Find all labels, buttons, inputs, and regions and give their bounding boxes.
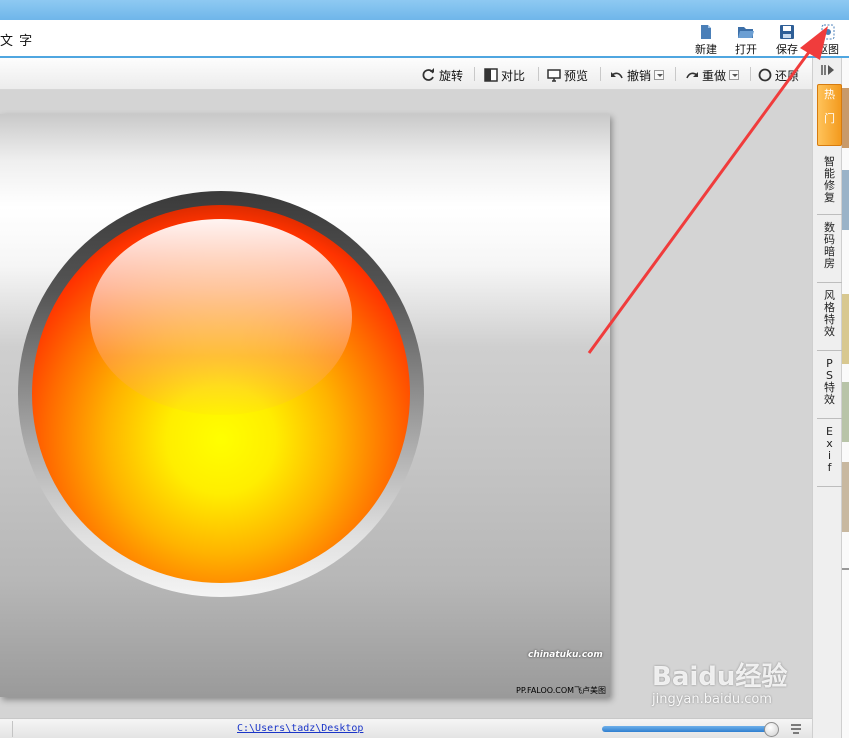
compare-button[interactable]: 对比 (484, 66, 525, 84)
zoom-slider-handle[interactable] (764, 722, 779, 737)
open-button-label: 打开 (735, 43, 757, 56)
toolbar-divider (474, 67, 475, 81)
sidebar-divider (817, 214, 842, 215)
undo-icon (611, 72, 623, 79)
restore-icon (758, 68, 772, 82)
preview-monitor-icon (547, 69, 561, 82)
collapse-panel-icon[interactable] (821, 64, 835, 76)
sidebar-divider (817, 350, 842, 351)
header-toolbar: 文 字 新建 打开 保存 抠图 (0, 20, 849, 58)
edit-toolbar: 旋转 对比 预览 撤销 重做 还原 (0, 58, 812, 90)
effect-thumbnail[interactable] (842, 88, 849, 148)
zoom-slider[interactable] (602, 726, 778, 732)
redo-dropdown-icon[interactable] (729, 70, 740, 80)
rotate-icon (422, 68, 434, 81)
menu-lines-icon[interactable] (790, 724, 802, 734)
baidu-logo: Baidu经验 (652, 662, 788, 692)
new-file-icon (701, 25, 711, 39)
title-bar (0, 0, 849, 20)
sidebar-tab-char: 效 (824, 393, 835, 406)
sidebar-tab-hot[interactable]: 热 门 (817, 84, 842, 146)
orb-highlight (90, 219, 352, 415)
sidebar-tab-ps-effects[interactable]: P S 特 效 (817, 354, 842, 416)
effect-thumbnail[interactable] (842, 294, 849, 364)
preview-button[interactable]: 预览 (547, 66, 588, 84)
button-bezel (18, 191, 424, 597)
save-button-label: 保存 (776, 43, 798, 56)
effect-thumbnail[interactable] (842, 462, 849, 532)
sidebar-divider (817, 418, 842, 419)
sidebar-divider (817, 282, 842, 283)
preview-label: 预览 (564, 68, 589, 83)
effects-sidebar: 热 门 智 能 修 复 数 码 暗 房 风 格 特 效 P S 特 效 E x … (812, 58, 842, 738)
cutout-icon (821, 24, 835, 40)
redo-label: 重做 (702, 68, 727, 83)
sidebar-tab-char: 房 (824, 257, 835, 270)
rotate-label: 旋转 (439, 68, 464, 83)
new-button-label: 新建 (695, 43, 717, 56)
undo-button[interactable]: 撤销 (610, 66, 665, 84)
toolbar-divider (750, 67, 751, 81)
sidebar-tab-hot-char: 热 (824, 88, 835, 101)
save-button[interactable]: 保存 (770, 24, 804, 56)
toolbar-divider (675, 67, 676, 81)
cutout-button[interactable]: 抠图 (811, 24, 845, 56)
edited-photo: chinatuku.com PP.FALOO.COM飞卢美图 (0, 114, 610, 697)
baidu-jingyan-watermark: Baidu经验 jingyan.baidu.com (652, 648, 812, 708)
folder-open-icon (738, 27, 754, 38)
undo-dropdown-icon[interactable] (654, 70, 665, 80)
effect-thumbnail[interactable] (842, 382, 849, 442)
sidebar-tab-char: 复 (824, 191, 835, 204)
orange-glossy-orb (32, 205, 410, 583)
compare-icon (484, 68, 498, 82)
rotate-button[interactable]: 旋转 (420, 66, 463, 84)
file-path-link[interactable]: C:\Users\tadz\Desktop (237, 723, 363, 734)
sidebar-tab-style-effects[interactable]: 风 格 特 效 (817, 286, 842, 348)
image-canvas[interactable]: chinatuku.com PP.FALOO.COM飞卢美图 (0, 90, 812, 718)
cutout-button-label: 抠图 (817, 43, 839, 56)
image-watermark-caption: PP.FALOO.COM飞卢美图 (516, 686, 607, 695)
sidebar-tab-char: 效 (824, 325, 835, 338)
redo-icon (686, 72, 698, 79)
redo-button[interactable]: 重做 (685, 66, 740, 84)
baidu-url: jingyan.baidu.com (652, 692, 772, 707)
sidebar-divider (817, 486, 842, 487)
thumbnail-strip (842, 58, 849, 738)
restore-button[interactable]: 还原 (758, 66, 799, 84)
open-button[interactable]: 打开 (729, 24, 763, 56)
sidebar-tab-exif[interactable]: E x i f (817, 422, 842, 484)
menu-item-text[interactable]: 文 字 (0, 30, 33, 49)
toolbar-divider (600, 67, 601, 81)
effect-thumbnail[interactable] (842, 170, 849, 230)
toolbar-divider (538, 67, 539, 81)
new-button[interactable]: 新建 (689, 24, 723, 56)
thumbnail-divider (842, 568, 849, 570)
photo-editor-window: 文 字 新建 打开 保存 抠图 旋转 对比 预览 撤销 重做 还原 chinat… (0, 0, 849, 738)
compare-label: 对比 (501, 68, 526, 83)
sidebar-tab-smart-repair[interactable]: 智 能 修 复 (817, 152, 842, 212)
status-bar: C:\Users\tadz\Desktop (0, 718, 812, 738)
save-disk-icon (780, 25, 794, 39)
sidebar-tab-darkroom[interactable]: 数 码 暗 房 (817, 218, 842, 280)
sidebar-tab-hot-char: 门 (824, 112, 835, 125)
image-watermark-site: chinatuku.com (528, 650, 603, 660)
restore-label: 还原 (775, 68, 800, 83)
status-divider (12, 721, 13, 737)
undo-label: 撤销 (627, 68, 652, 83)
sidebar-tab-char: f (827, 461, 832, 474)
